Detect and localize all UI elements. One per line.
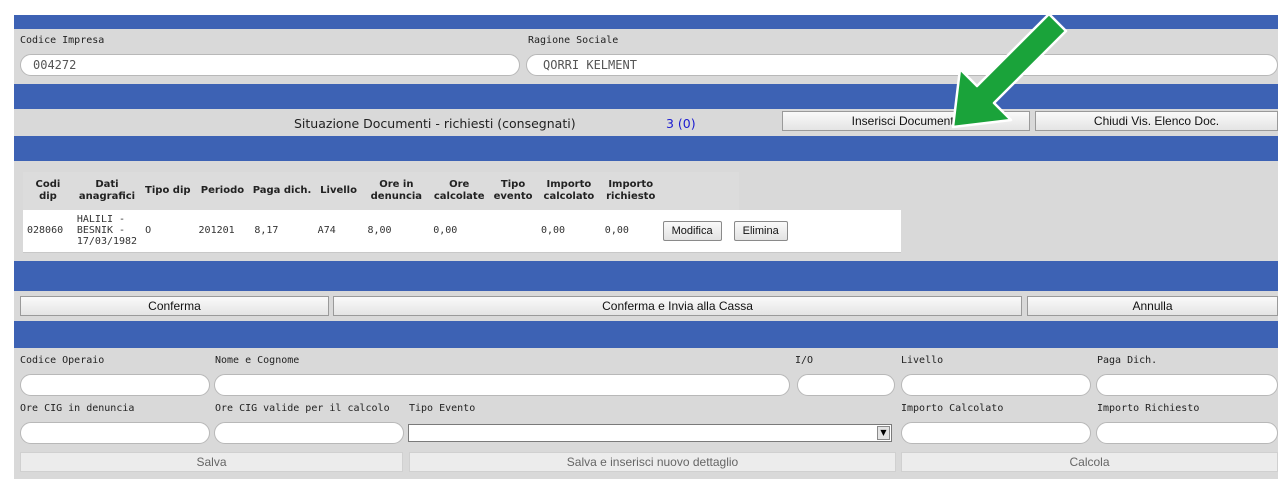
band-2 [14, 84, 1278, 109]
nome-cognome-label: Nome e Cognome [215, 355, 300, 366]
io-field[interactable] [797, 374, 895, 396]
io-label: I/O [795, 355, 814, 366]
column-header: Importo richiesto [600, 172, 661, 210]
edit-row-button[interactable]: Modifica [662, 220, 722, 241]
column-header: Periodo [194, 172, 251, 210]
codice-operaio-label: Codice Operaio [20, 355, 105, 366]
cancel-button[interactable]: Annulla [1027, 296, 1278, 316]
cell-ore-denuncia: 8,00 [363, 210, 430, 253]
tipo-evento-label: Tipo Evento [409, 403, 476, 414]
cell-codi-dip: 028060 [23, 210, 73, 253]
cell-paga: 8,17 [250, 210, 314, 253]
company-name-label: Ragione Sociale [528, 35, 619, 46]
band-4 [14, 261, 1278, 291]
delete-row-button[interactable]: Elimina [733, 220, 788, 241]
table-header-row: Codi dip Dati anagrafici Tipo dip Period… [23, 172, 901, 210]
cell-importo-calcolato: 0,00 [537, 210, 601, 253]
calculate-button[interactable]: Calcola [901, 452, 1278, 472]
column-header: Paga dich. [250, 172, 314, 210]
tipo-evento-select[interactable]: ▼ [408, 424, 892, 442]
importo-richiesto-label: Importo Richiesto [1097, 403, 1200, 414]
close-document-list-button[interactable]: Chiudi Vis. Elenco Doc. [1035, 111, 1278, 131]
top-band [14, 15, 1278, 29]
column-header: Tipo dip [141, 172, 195, 210]
nome-cognome-field[interactable] [214, 374, 790, 396]
cell-livello: A74 [313, 210, 364, 253]
column-header: Tipo evento [489, 172, 537, 210]
documents-status-label: Situazione Documenti - richiesti (conseg… [294, 116, 576, 131]
column-header: Ore calcolate [429, 172, 490, 210]
column-header: Importo calcolato [537, 172, 601, 210]
column-header: Livello [313, 172, 364, 210]
paga-dich-field[interactable] [1096, 374, 1278, 396]
cell-importo-richiesto: 0,00 [600, 210, 661, 253]
importo-calcolato-field[interactable] [901, 422, 1091, 444]
company-code-label: Codice Impresa [20, 35, 105, 46]
band-5 [14, 321, 1278, 348]
company-name-field[interactable]: QORRI KELMENT [526, 54, 1278, 76]
company-code-field[interactable]: 004272 [20, 54, 520, 76]
documents-status-count: 3 (0) [666, 116, 696, 131]
column-header: Dati anagrafici [72, 172, 142, 210]
cell-tipo-evento [489, 210, 537, 253]
confirm-button[interactable]: Conferma [20, 296, 329, 316]
cell-ore-calcolate: 0,00 [429, 210, 490, 253]
cell-periodo: 201201 [194, 210, 251, 253]
save-new-detail-button[interactable]: Salva e inserisci nuovo dettaglio [409, 452, 896, 472]
save-button[interactable]: Salva [20, 452, 403, 472]
column-header: Codi dip [23, 172, 73, 210]
codice-operaio-field[interactable] [20, 374, 210, 396]
documents-table: Codi dip Dati anagrafici Tipo dip Period… [23, 172, 901, 253]
cell-tipo-dip: O [141, 210, 195, 253]
chevron-down-icon[interactable]: ▼ [877, 426, 890, 440]
confirm-send-button[interactable]: Conferma e Invia alla Cassa [333, 296, 1022, 316]
ore-cig-valide-field[interactable] [214, 422, 404, 444]
ore-cig-denuncia-label: Ore CIG in denuncia [20, 403, 135, 414]
column-header: Ore in denuncia [363, 172, 430, 210]
green-arrow-icon [951, 12, 1068, 129]
table-row: 028060 HALILI - BESNIK - 17/03/1982 O 20… [23, 210, 901, 253]
ore-cig-denuncia-field[interactable] [20, 422, 210, 444]
ore-cig-valide-label: Ore CIG valide per il calcolo [215, 403, 390, 414]
importo-calcolato-label: Importo Calcolato [901, 403, 1004, 414]
livello-field[interactable] [901, 374, 1091, 396]
band-3 [14, 136, 1278, 161]
importo-richiesto-field[interactable] [1096, 422, 1278, 444]
column-header-actions [660, 172, 740, 210]
column-header-blank [739, 172, 901, 210]
cell-dati-anagrafici: HALILI - BESNIK - 17/03/1982 [72, 210, 142, 253]
livello-label: Livello [901, 355, 944, 366]
cell-actions: Modifica Elimina [660, 210, 901, 253]
paga-dich-label: Paga Dich. [1097, 355, 1158, 366]
